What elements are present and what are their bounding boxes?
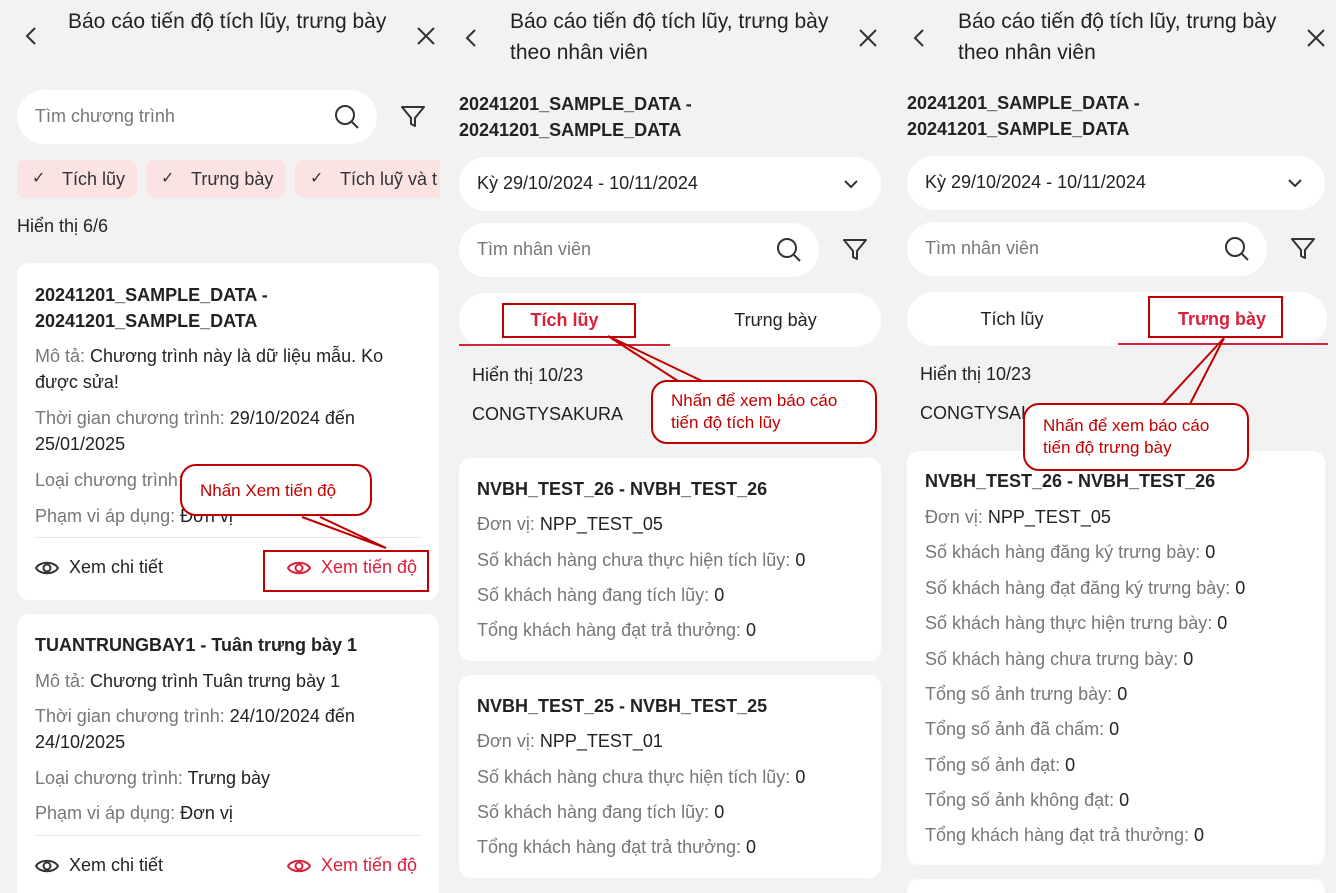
result-count: Hiển thị 10/23 [920, 364, 1032, 384]
stat-row: Tổng số ảnh trưng bày: 0 [925, 684, 1128, 704]
tab-accumulation[interactable]: Tích lũy [907, 292, 1117, 346]
time-row: Thời gian chương trình: 24/10/2024 đến 24… [35, 706, 355, 752]
close-icon[interactable] [414, 24, 438, 48]
stat-row: Số khách hàng đang tích lũy: 0 [477, 585, 725, 605]
employee-name: NVBH_TEST_25 - NVBH_TEST_25 [477, 696, 768, 716]
view-detail-button[interactable]: Xem chi tiết [34, 854, 163, 878]
search-placeholder: Tìm chương trình [35, 106, 175, 126]
program-search-input[interactable]: Tìm chương trình [17, 90, 377, 144]
description-row: Mô tả: Chương trình này là dữ liệu mẫu. … [35, 346, 384, 392]
check-icon: ✓ [32, 170, 46, 187]
employee-card[interactable] [907, 879, 1325, 893]
stat-row: Số khách hàng đăng ký trưng bày: 0 [925, 542, 1216, 562]
description-row: Mô tả: Chương trình Tuân trưng bày 1 [35, 671, 341, 691]
eye-icon [34, 859, 60, 873]
view-detail-button[interactable]: Xem chi tiết [34, 556, 163, 580]
active-tab-indicator [459, 344, 670, 346]
view-progress-button[interactable]: Xem tiến độ [286, 854, 417, 878]
page-title: Báo cáo tiến độ tích lũy, trưng bày theo… [958, 10, 1277, 64]
search-icon[interactable] [775, 236, 803, 264]
scope-row: Phạm vi áp dụng: Đơn vị [35, 803, 233, 823]
divider [35, 835, 421, 836]
employee-display-screen: Báo cáo tiến độ tích lũy, trưng bày theo… [896, 0, 1336, 893]
company-name: CONGTYSAKURA [472, 404, 624, 424]
back-arrow-icon[interactable] [20, 24, 44, 48]
check-icon: ✓ [310, 170, 324, 187]
eye-icon [286, 859, 312, 873]
page-title: Báo cáo tiến độ tích lũy, trưng bày theo… [510, 10, 829, 64]
program-name: 20241201_SAMPLE_DATA -20241201_SAMPLE_DA… [459, 94, 692, 140]
program-card: TUANTRUNGBAY1 - Tuân trưng bày 1 Mô tả: … [17, 614, 439, 893]
program-list-screen: Báo cáo tiến độ tích lũy, trưng bày Tìm … [0, 0, 448, 893]
filter-icon[interactable] [1289, 235, 1317, 263]
tab-display[interactable]: Trưng bày [670, 293, 881, 347]
card-title: TUANTRUNGBAY1 - Tuân trưng bày 1 [35, 635, 358, 655]
close-icon[interactable] [856, 26, 880, 50]
chip-accumulation-and-display[interactable]: ✓ Tích luỹ và t [295, 160, 440, 198]
filter-icon[interactable] [399, 103, 427, 131]
employee-search-input[interactable]: Tìm nhân viên [907, 222, 1267, 276]
card-title: 20241201_SAMPLE_DATA -20241201_SAMPLE_DA… [35, 285, 268, 331]
active-tab-indicator [1118, 343, 1328, 345]
program-name: 20241201_SAMPLE_DATA -20241201_SAMPLE_DA… [907, 93, 1140, 139]
type-row: Loại chương trình: [35, 470, 183, 490]
chip-display[interactable]: ✓ Trưng bày [146, 160, 286, 198]
stat-row: Đơn vị: NPP_TEST_01 [477, 731, 663, 751]
page-title: Báo cáo tiến độ tích lũy, trưng bày [68, 10, 387, 33]
stat-row: Tổng khách hàng đạt trả thưởng: 0 [477, 837, 757, 857]
type-row: Loại chương trình: Trưng bày [35, 768, 271, 788]
employee-card[interactable]: NVBH_TEST_25 - NVBH_TEST_25 Đơn vị: NPP_… [459, 675, 881, 878]
employee-accumulation-screen: Báo cáo tiến độ tích lũy, trưng bày theo… [448, 0, 896, 893]
highlight-box [263, 550, 429, 592]
stat-row: Tổng số ảnh đạt: 0 [925, 755, 1076, 775]
period-select[interactable]: Kỳ 29/10/2024 - 10/11/2024 [907, 156, 1325, 210]
stat-row: Số khách hàng thực hiện trưng bày: 0 [925, 613, 1228, 633]
eye-icon [34, 561, 60, 575]
stat-row: Đơn vị: NPP_TEST_05 [477, 514, 663, 534]
stat-row: Tổng số ảnh không đạt: 0 [925, 790, 1130, 810]
employee-card[interactable]: NVBH_TEST_26 - NVBH_TEST_26 Đơn vị: NPP_… [907, 451, 1325, 865]
search-icon[interactable] [1223, 235, 1251, 263]
employee-card[interactable]: NVBH_TEST_26 - NVBH_TEST_26 Đơn vị: NPP_… [459, 458, 881, 661]
search-icon[interactable] [333, 103, 361, 131]
chevron-down-icon [844, 180, 858, 189]
stat-row: Tổng khách hàng đạt trả thưởng: 0 [477, 620, 757, 640]
stat-row: Số khách hàng đạt đăng ký trưng bày: 0 [925, 578, 1246, 598]
chevron-down-icon [1288, 179, 1302, 188]
check-icon: ✓ [161, 170, 175, 187]
employee-name: NVBH_TEST_26 - NVBH_TEST_26 [925, 471, 1216, 491]
stat-row: Đơn vị: NPP_TEST_05 [925, 507, 1111, 527]
stat-row: Số khách hàng chưa trưng bày: 0 [925, 649, 1194, 669]
time-row: Thời gian chương trình: 29/10/2024 đến 25… [35, 408, 355, 454]
chip-accumulation[interactable]: ✓ Tích lũy [17, 160, 137, 198]
filter-icon[interactable] [841, 236, 869, 264]
employee-name: NVBH_TEST_26 - NVBH_TEST_26 [477, 479, 768, 499]
divider [35, 537, 421, 538]
result-count: Hiển thị 6/6 [17, 216, 109, 236]
stat-row: Tổng khách hàng đạt trả thưởng: 0 [925, 825, 1205, 845]
annotation-callout: Nhấn Xem tiến độ [180, 464, 372, 516]
stat-row: Số khách hàng chưa thực hiện tích lũy: 0 [477, 550, 806, 570]
stat-row: Số khách hàng chưa thực hiện tích lũy: 0 [477, 767, 806, 787]
annotation-callout: Nhấn để xem báo cáo tiến độ tích lũy [651, 380, 877, 444]
highlight-box [1148, 296, 1283, 338]
highlight-box [502, 303, 636, 338]
result-count: Hiển thị 10/23 [472, 365, 584, 385]
period-select[interactable]: Kỳ 29/10/2024 - 10/11/2024 [459, 157, 881, 211]
employee-search-input[interactable]: Tìm nhân viên [459, 223, 819, 277]
stat-row: Tổng số ảnh đã chấm: 0 [925, 719, 1120, 739]
back-arrow-icon[interactable] [908, 26, 932, 50]
back-arrow-icon[interactable] [460, 26, 484, 50]
close-icon[interactable] [1304, 26, 1328, 50]
annotation-callout: Nhấn để xem báo cáo tiến độ trưng bày [1023, 403, 1249, 471]
stat-row: Số khách hàng đang tích lũy: 0 [477, 802, 725, 822]
